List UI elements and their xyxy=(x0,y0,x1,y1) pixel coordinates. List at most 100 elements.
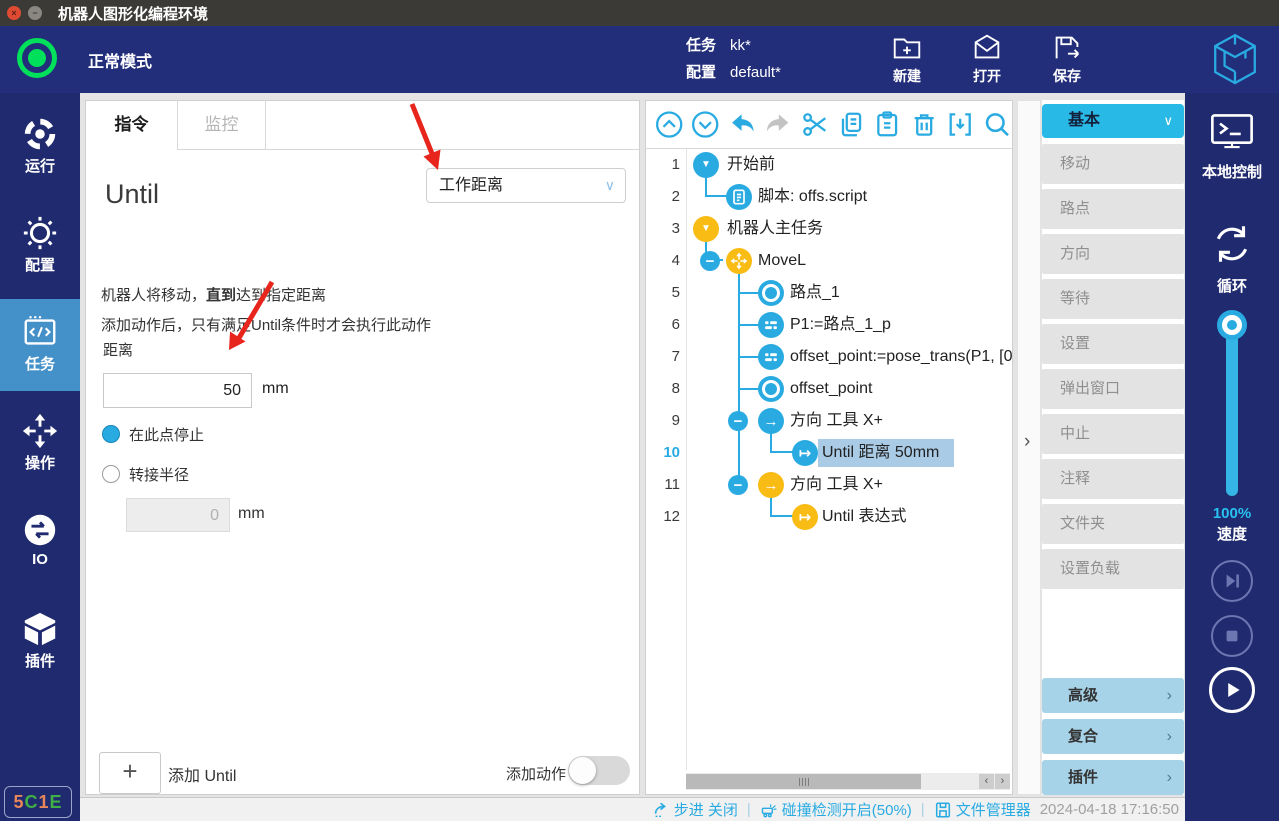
delete-icon[interactable] xyxy=(909,109,939,140)
palette-item-5[interactable]: 设置 xyxy=(1042,324,1184,364)
palette-item-4[interactable]: 等待 xyxy=(1042,279,1184,319)
tree-row-2[interactable]: 2脚本: offs.script xyxy=(646,181,1012,213)
distance-input[interactable]: 50 xyxy=(103,373,252,408)
blend-radius-input[interactable]: 0 xyxy=(126,498,230,532)
tab-monitor[interactable]: 监控 xyxy=(178,101,266,149)
save-button[interactable]: 保存 xyxy=(1038,28,1096,86)
palette-group-basic[interactable]: 基本 ∨ xyxy=(1042,104,1184,138)
editor-tabbar: 指令 监控 xyxy=(86,101,639,150)
radio-selected-icon xyxy=(102,425,120,443)
expand-panel-button[interactable]: › xyxy=(1024,431,1030,453)
collapse-minus-icon[interactable]: − xyxy=(700,251,720,271)
tree-row-5[interactable]: 5路点_1 xyxy=(646,277,1012,309)
collapse-minus-icon[interactable]: − xyxy=(728,475,748,495)
sidebar-item-run[interactable]: 运行 xyxy=(0,101,80,193)
collapse-minus-icon[interactable]: − xyxy=(728,411,748,431)
play-icon xyxy=(1219,677,1245,703)
palette-group-3[interactable]: 插件› xyxy=(1042,760,1184,795)
stop-button[interactable] xyxy=(1211,615,1253,657)
palette-group-1[interactable]: 高级› xyxy=(1042,678,1184,713)
radio-stop-at-point[interactable]: 在此点停止 xyxy=(102,424,204,444)
tree-row-4[interactable]: 4−MoveL xyxy=(646,245,1012,277)
play-button[interactable] xyxy=(1209,667,1255,713)
search-icon[interactable] xyxy=(982,109,1012,140)
status-timestamp: 2024-04-18 17:16:50 xyxy=(1040,801,1179,818)
add-until-label: 添加 Until xyxy=(168,762,236,786)
horizontal-scrollbar[interactable]: ‹ › xyxy=(686,773,1010,790)
paste-icon[interactable] xyxy=(872,109,902,140)
radio-blend-radius[interactable]: 转接半径 xyxy=(102,464,189,484)
tree-row-9[interactable]: 9−→方向 工具 X+ xyxy=(646,405,1012,437)
undo-icon[interactable] xyxy=(727,109,757,140)
move-up-icon[interactable] xyxy=(654,109,684,140)
expander-node-icon: ▼ xyxy=(693,216,719,242)
sidebar-item-config[interactable]: 配置 xyxy=(0,200,80,292)
scroll-right-button[interactable]: › xyxy=(995,774,1010,789)
local-control-icon[interactable] xyxy=(1208,110,1256,154)
palette-item-10[interactable]: 设置负载 xyxy=(1042,549,1184,589)
sidebar-item-io[interactable]: IO xyxy=(0,497,80,589)
robot-id-badge[interactable]: 5C1E xyxy=(4,786,72,818)
palette-item-1[interactable]: 移动 xyxy=(1042,144,1184,184)
assign-node-icon xyxy=(758,344,784,370)
palette-item-6[interactable]: 弹出窗口 xyxy=(1042,369,1184,409)
line-number: 3 xyxy=(646,213,680,245)
chevron-right-icon: › xyxy=(1167,678,1172,713)
add-action-label: 添加动作 xyxy=(486,763,566,784)
chevron-right-icon: › xyxy=(1167,760,1172,795)
palette-group-2[interactable]: 复合› xyxy=(1042,719,1184,754)
tree-row-label: Until 距离 50mm xyxy=(822,437,939,469)
palette-item-2[interactable]: 路点 xyxy=(1042,189,1184,229)
sidebar-item-task[interactable]: 任务 xyxy=(0,299,80,391)
open-button[interactable]: 打开 xyxy=(958,28,1016,86)
insert-icon[interactable] xyxy=(945,109,975,140)
mode-label: 正常模式 xyxy=(88,48,152,72)
palette-item-9[interactable]: 文件夹 xyxy=(1042,504,1184,544)
add-until-button[interactable]: + xyxy=(99,752,161,794)
tab-instruction[interactable]: 指令 xyxy=(86,101,178,150)
redo-icon[interactable] xyxy=(763,109,793,140)
right-control-bar: 本地控制 循环 100% 速度 xyxy=(1185,93,1279,821)
tree-row-11[interactable]: 11−→方向 工具 X+ xyxy=(646,469,1012,501)
run-target-icon xyxy=(21,115,59,153)
palette-item-7[interactable]: 中止 xyxy=(1042,414,1184,454)
tree-row-10[interactable]: 10↦Until 距离 50mm xyxy=(646,437,1012,469)
collision-detection-status[interactable]: 碰撞检测开启(50%) xyxy=(760,799,912,820)
tree-row-7[interactable]: 7offset_point:=pose_trans(P1, [0,0 xyxy=(646,341,1012,373)
file-manager-button[interactable]: 文件管理器 xyxy=(934,799,1031,820)
window-title: 机器人图形化编程环境 xyxy=(58,3,208,24)
tree-row-6[interactable]: 6P1:=路点_1_p xyxy=(646,309,1012,341)
sidebar-item-plugin[interactable]: 插件 xyxy=(0,596,80,688)
scroll-left-button[interactable]: ‹ xyxy=(979,774,994,789)
copy-icon[interactable] xyxy=(836,109,866,140)
program-tree: 1▼开始前2脚本: offs.script3▼机器人主任务4−MoveL5路点_… xyxy=(646,149,1012,549)
tree-row-8[interactable]: 8offset_point xyxy=(646,373,1012,405)
line-number: 9 xyxy=(646,405,680,437)
tree-row-1[interactable]: 1▼开始前 xyxy=(646,149,1012,181)
palette-item-3[interactable]: 方向 xyxy=(1042,234,1184,274)
tree-row-12[interactable]: 12↦Until 表达式 xyxy=(646,501,1012,533)
new-button[interactable]: 新建 xyxy=(878,28,936,86)
status-bar: 步进 关闭 | 碰撞检测开启(50%) | 文件管理器 2024-04-18 1… xyxy=(80,797,1185,821)
window-close-button[interactable]: × xyxy=(7,6,21,20)
toggle-knob xyxy=(569,757,596,784)
step-next-button[interactable] xyxy=(1211,560,1253,602)
line-number: 6 xyxy=(646,309,680,341)
step-mode-status[interactable]: 步进 关闭 xyxy=(652,799,738,820)
window-minimize-button[interactable]: − xyxy=(28,6,42,20)
app-header: 正常模式 任务kk* 配置default* 新建打开保存 xyxy=(0,26,1279,93)
add-action-toggle[interactable] xyxy=(568,756,630,785)
speed-slider-handle[interactable] xyxy=(1217,310,1247,340)
move-down-icon[interactable] xyxy=(690,109,720,140)
cube-icon xyxy=(21,610,59,648)
tree-row-label: offset_point:=pose_trans(P1, [0,0 xyxy=(790,341,1013,373)
scrollbar-thumb[interactable] xyxy=(686,774,921,789)
tree-row-3[interactable]: 3▼机器人主任务 xyxy=(646,213,1012,245)
cut-icon[interactable] xyxy=(800,109,830,140)
loop-icon[interactable] xyxy=(1209,221,1255,267)
tree-row-label: 方向 工具 X+ xyxy=(790,469,883,501)
palette-item-8[interactable]: 注释 xyxy=(1042,459,1184,499)
sidebar-item-operate[interactable]: 操作 xyxy=(0,398,80,490)
save-icon xyxy=(1050,31,1084,65)
until-type-dropdown[interactable]: 工作距离 ∨ xyxy=(426,168,626,203)
